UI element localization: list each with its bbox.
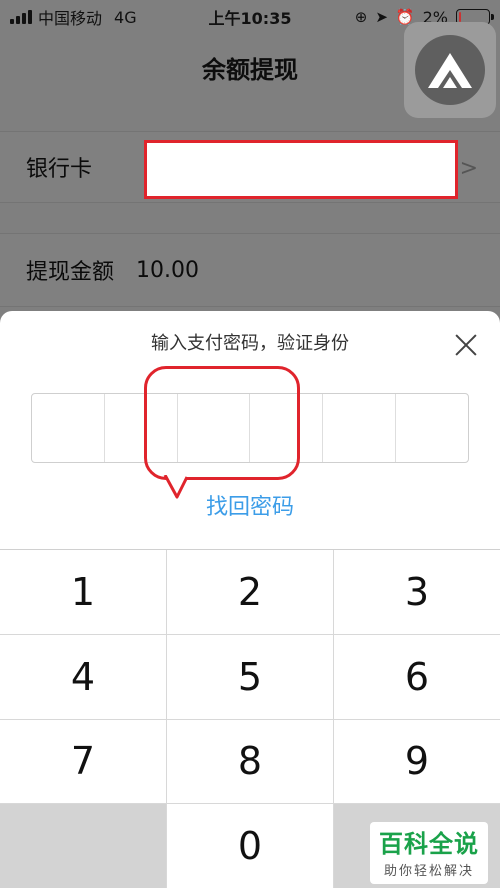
key-4[interactable]: 4 (0, 634, 166, 719)
amount-label: 提现金额 (26, 260, 115, 285)
key-3[interactable]: 3 (334, 550, 500, 634)
key-5[interactable]: 5 (167, 634, 333, 719)
key-9[interactable]: 9 (334, 719, 500, 804)
amount-value: 10.00 (136, 257, 199, 283)
key-2[interactable]: 2 (167, 550, 333, 634)
close-icon[interactable] (454, 333, 478, 357)
location-icon: ➤ (375, 8, 388, 26)
amount-row: 提现金额 10.00 (0, 233, 500, 307)
bank-card-value-box[interactable] (144, 140, 458, 199)
watermark-main: 百科全说 (379, 830, 479, 858)
key-1[interactable]: 1 (0, 550, 166, 634)
pin-cell[interactable] (396, 394, 468, 462)
key-7[interactable]: 7 (0, 719, 166, 804)
pin-cell[interactable] (323, 394, 397, 462)
bank-card-label: 银行卡 (26, 157, 93, 182)
annotation-callout (144, 366, 300, 480)
watermark-logo: 百科全说 助你轻松解决 (370, 822, 488, 884)
app-logo-icon (415, 35, 485, 105)
network-type: 4G (114, 7, 137, 27)
signal-icon (10, 10, 32, 24)
chevron-right-icon: > (459, 156, 478, 181)
page-title: 余额提现 (202, 55, 298, 84)
carrier-name: 中国移动 (38, 9, 103, 28)
payment-password-sheet: 输入支付密码，验证身份 找回密码 1 2 3 4 5 6 7 8 9 0 (0, 311, 500, 888)
key-0[interactable]: 0 (167, 804, 333, 888)
battery-fill (459, 12, 461, 22)
rotation-lock-icon: ⊕ (354, 8, 368, 26)
key-6[interactable]: 6 (334, 634, 500, 719)
sheet-title: 输入支付密码，验证身份 (151, 333, 349, 354)
key-8[interactable]: 8 (167, 719, 333, 804)
key-blank (0, 804, 166, 888)
app-logo-badge[interactable] (404, 22, 496, 118)
pin-cell[interactable] (32, 394, 105, 462)
watermark-sub: 助你轻松解决 (383, 864, 474, 879)
forgot-password-link[interactable]: 找回密码 (0, 489, 500, 521)
